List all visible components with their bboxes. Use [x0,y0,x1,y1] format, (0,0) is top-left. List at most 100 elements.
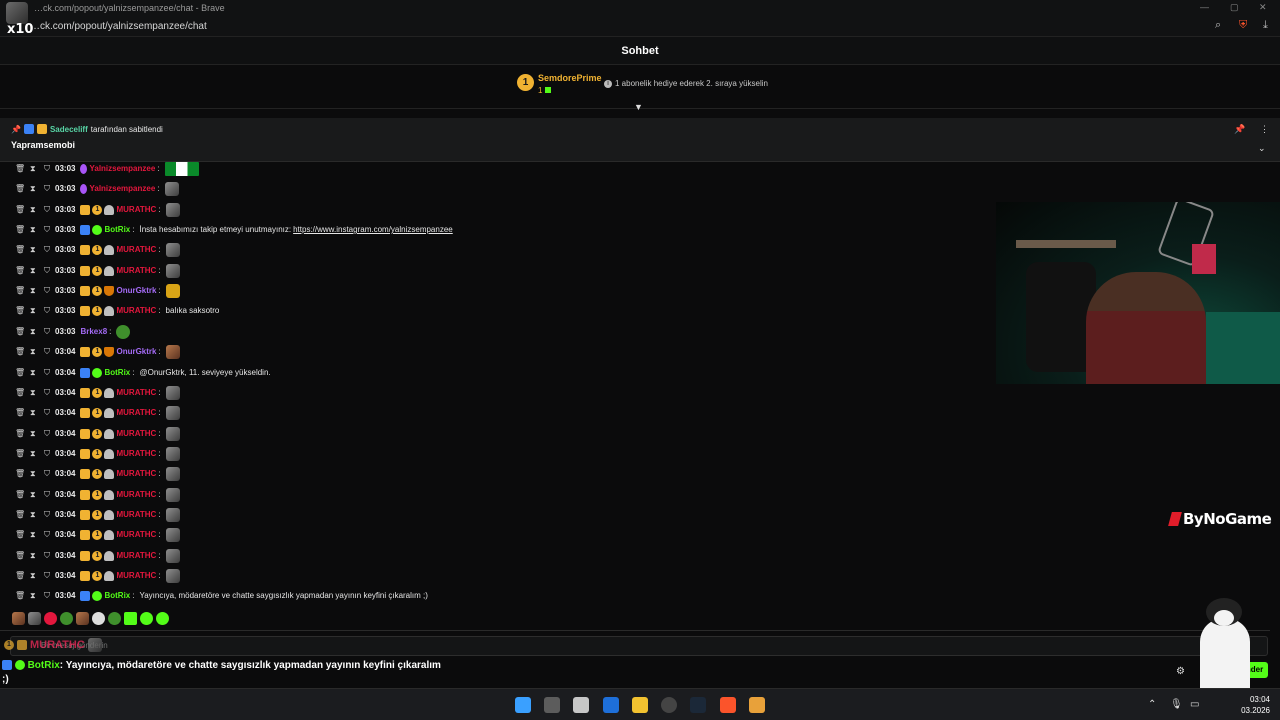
ban-icon[interactable]: ⛉ [44,465,50,483]
ban-icon[interactable]: ⛉ [44,262,50,280]
emote-icon[interactable] [28,612,41,625]
delete-message-icon[interactable]: 🗑 [15,445,25,463]
timeout-icon[interactable]: ⧗ [30,343,36,361]
message-username[interactable]: BotRix [104,364,130,382]
ban-icon[interactable]: ⛉ [44,302,50,320]
timeout-icon[interactable]: ⧗ [30,282,36,300]
ban-icon[interactable]: ⛉ [44,587,50,605]
timeout-icon[interactable]: ⧗ [30,547,36,565]
delete-message-icon[interactable]: 🗑 [15,384,25,402]
delete-message-icon[interactable]: 🗑 [15,547,25,565]
message-username[interactable]: MURATHC [116,547,156,565]
ban-icon[interactable]: ⛉ [44,567,50,585]
delete-message-icon[interactable]: 🗑 [15,262,25,280]
file-explorer-icon[interactable] [632,697,648,713]
message-username[interactable]: MURATHC [116,486,156,504]
ban-icon[interactable]: ⛉ [44,425,50,443]
timeout-icon[interactable]: ⧗ [30,445,36,463]
delete-message-icon[interactable]: 🗑 [15,160,25,178]
app-icon[interactable] [661,697,677,713]
app-icon[interactable] [573,697,589,713]
chevron-down-icon[interactable]: ⌄ [1258,143,1266,154]
url-text[interactable]: …ck.com/popout/yalnizsempanzee/chat [30,21,207,32]
maximize-icon[interactable]: ▢ [1230,2,1239,13]
emote-icon[interactable] [12,612,25,625]
brave-icon[interactable] [720,697,736,713]
unpin-icon[interactable]: 📌 [1234,124,1245,135]
timeout-icon[interactable]: ⧗ [30,241,36,259]
message-username[interactable]: Brkex8 [80,323,107,341]
delete-message-icon[interactable]: 🗑 [15,282,25,300]
network-icon[interactable]: ▭ [1190,699,1199,710]
delete-message-icon[interactable]: 🗑 [15,567,25,585]
message-username[interactable]: MURATHC [116,384,156,402]
steam-icon[interactable] [690,697,706,713]
timeout-icon[interactable]: ⧗ [30,160,36,178]
timeout-icon[interactable]: ⧗ [30,323,36,341]
info-icon[interactable]: i [604,80,612,88]
delete-message-icon[interactable]: 🗑 [15,465,25,483]
clock[interactable]: 03:04 03.2026 [1236,694,1270,716]
address-bar[interactable]: …ck.com/popout/yalnizsempanzee/chat ⌕ ⛨ … [0,16,1280,37]
message-username[interactable]: MURATHC [116,302,156,320]
ban-icon[interactable]: ⛉ [44,526,50,544]
minimize-icon[interactable]: — [1200,2,1209,12]
app-icon[interactable] [749,697,765,713]
ban-icon[interactable]: ⛉ [44,241,50,259]
delete-message-icon[interactable]: 🗑 [15,302,25,320]
emote-icon[interactable] [108,612,121,625]
ban-icon[interactable]: ⛉ [44,201,50,219]
delete-message-icon[interactable]: 🗑 [15,201,25,219]
message-username[interactable]: MURATHC [116,262,156,280]
timeout-icon[interactable]: ⧗ [30,587,36,605]
zoom-icon[interactable]: ⌕ [1215,19,1221,32]
delete-message-icon[interactable]: 🗑 [15,486,25,504]
ban-icon[interactable]: ⛉ [44,364,50,382]
message-username[interactable]: MURATHC [116,404,156,422]
timeout-icon[interactable]: ⧗ [30,425,36,443]
close-icon[interactable]: ✕ [1259,2,1267,13]
leader-name[interactable]: SemdorePrime [538,73,602,83]
message-username[interactable]: MURATHC [116,465,156,483]
timeout-icon[interactable]: ⧗ [30,465,36,483]
download-icon[interactable]: ⤓ [1263,19,1268,32]
delete-message-icon[interactable]: 🗑 [15,526,25,544]
chat-input[interactable]: Bir mesaj gönderin [10,636,1268,656]
delete-message-icon[interactable]: 🗑 [15,241,25,259]
emote-icon[interactable] [76,612,89,625]
message-username[interactable]: Yalnizsempanzee [89,160,155,178]
timeout-icon[interactable]: ⧗ [30,526,36,544]
message-username[interactable]: MURATHC [116,506,156,524]
message-username[interactable]: OnurGktrk [116,282,156,300]
mic-icon[interactable]: 🎙 [1170,699,1183,710]
ban-icon[interactable]: ⛉ [44,180,50,198]
message-username[interactable]: Yalnizsempanzee [89,180,155,198]
timeout-icon[interactable]: ⧗ [30,404,36,422]
message-username[interactable]: MURATHC [116,425,156,443]
message-username[interactable]: OnurGktrk [116,343,156,361]
delete-message-icon[interactable]: 🗑 [15,180,25,198]
ban-icon[interactable]: ⛉ [44,445,50,463]
ban-icon[interactable]: ⛉ [44,221,50,239]
timeout-icon[interactable]: ⧗ [30,384,36,402]
brave-shield-icon[interactable]: ⛨ [1239,19,1247,32]
settings-icon[interactable]: ⚙ [1176,666,1185,677]
timeout-icon[interactable]: ⧗ [30,364,36,382]
pinner-name[interactable]: Sadeceliff [50,125,88,134]
tray-chevron-icon[interactable]: ⌃ [1148,699,1156,710]
ban-icon[interactable]: ⛉ [44,282,50,300]
timeout-icon[interactable]: ⧗ [30,221,36,239]
timeout-icon[interactable]: ⧗ [30,180,36,198]
message-username[interactable]: MURATHC [116,526,156,544]
delete-message-icon[interactable]: 🗑 [15,343,25,361]
ban-icon[interactable]: ⛉ [44,506,50,524]
ban-icon[interactable]: ⛉ [44,404,50,422]
emote-icon[interactable] [44,612,57,625]
emote-icon[interactable] [60,612,73,625]
timeout-icon[interactable]: ⧗ [30,506,36,524]
message-username[interactable]: BotRix [104,587,130,605]
timeout-icon[interactable]: ⧗ [30,262,36,280]
message-username[interactable]: MURATHC [116,567,156,585]
emote-icon[interactable] [140,612,153,625]
delete-message-icon[interactable]: 🗑 [15,323,25,341]
